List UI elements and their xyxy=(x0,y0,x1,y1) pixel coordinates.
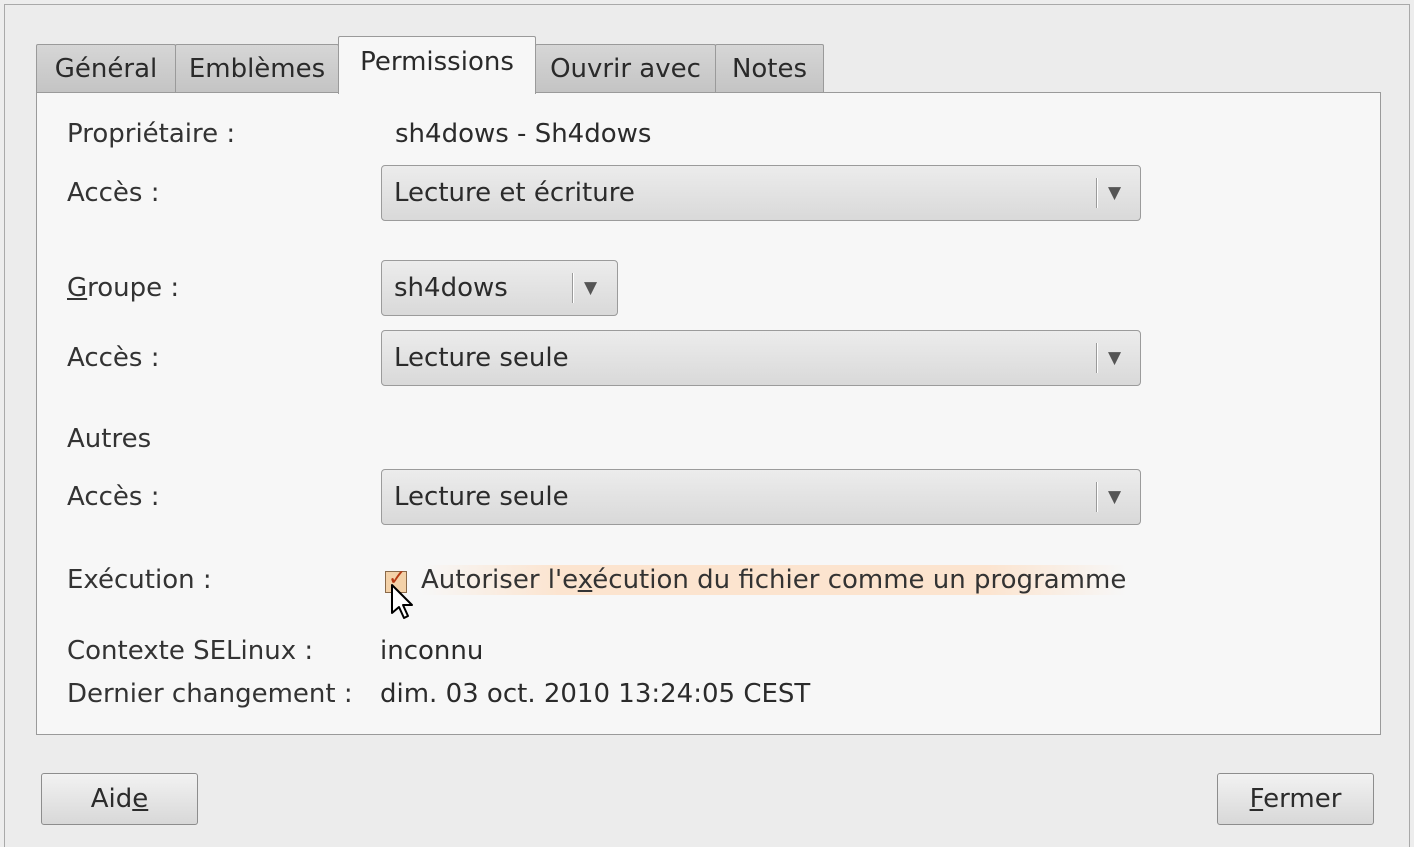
execute-checkbox-label[interactable]: Autoriser l'exécution du fichier comme u… xyxy=(421,565,1127,595)
triangle-down-icon: ▼ xyxy=(1108,348,1122,368)
owner-label: Propriétaire : xyxy=(67,119,236,149)
combo-separator xyxy=(1096,178,1098,208)
close-button[interactable]: Fermer xyxy=(1217,773,1374,825)
help-label-mnemonic: e xyxy=(132,784,149,814)
group-access-value: Lecture seule xyxy=(394,343,569,373)
tab-general-label: Général xyxy=(54,54,158,84)
group-value: sh4dows xyxy=(394,273,508,303)
owner-value: sh4dows - Sh4dows xyxy=(395,119,652,149)
tab-general[interactable]: Général xyxy=(36,44,176,92)
tab-permissions[interactable]: Permissions xyxy=(338,36,536,94)
tab-emblems[interactable]: Emblèmes xyxy=(175,44,339,92)
group-label-rest: roupe : xyxy=(87,273,180,303)
mouse-pointer-icon xyxy=(391,584,413,619)
others-label: Autres xyxy=(67,424,152,454)
group-label: Groupe : xyxy=(67,273,179,303)
combo-separator xyxy=(1096,343,1098,373)
execution-label: Exécution : xyxy=(67,565,212,595)
group-combo[interactable]: sh4dows ▼ xyxy=(381,260,618,316)
tab-open-with-label: Ouvrir avec xyxy=(550,54,701,84)
last-change-value: dim. 03 oct. 2010 13:24:05 CEST xyxy=(380,679,811,709)
group-label-mnemonic: G xyxy=(67,273,88,303)
execute-label-part2: écution du fichier comme un programme xyxy=(592,565,1127,595)
tab-emblems-label: Emblèmes xyxy=(188,54,326,84)
selinux-value: inconnu xyxy=(380,636,484,666)
permissions-panel: Propriétaire : sh4dows - Sh4dows Accès :… xyxy=(36,92,1381,735)
combo-separator xyxy=(572,273,574,303)
owner-access-label: Accès : xyxy=(67,178,160,208)
triangle-down-icon: ▼ xyxy=(584,278,598,298)
triangle-down-icon: ▼ xyxy=(1108,183,1122,203)
others-access-combo[interactable]: Lecture seule ▼ xyxy=(381,469,1141,525)
group-access-label: Accès : xyxy=(67,343,160,373)
owner-access-combo[interactable]: Lecture et écriture ▼ xyxy=(381,165,1141,221)
selinux-label: Contexte SELinux : xyxy=(67,636,314,666)
help-button[interactable]: Aide xyxy=(41,773,198,825)
last-change-label: Dernier changement : xyxy=(67,679,353,709)
help-label-part1: Aid xyxy=(90,784,133,814)
owner-access-value: Lecture et écriture xyxy=(394,178,635,208)
execute-label-part1: Autoriser l'e xyxy=(421,565,578,595)
combo-separator xyxy=(1096,482,1098,512)
execute-label-mnemonic: x xyxy=(577,565,593,595)
others-access-value: Lecture seule xyxy=(394,482,569,512)
close-label-rest: ermer xyxy=(1263,784,1342,814)
close-label-mnemonic: F xyxy=(1249,784,1264,814)
tab-notes-label: Notes xyxy=(731,54,808,84)
group-access-combo[interactable]: Lecture seule ▼ xyxy=(381,330,1141,386)
tab-open-with[interactable]: Ouvrir avec xyxy=(535,44,716,92)
tab-permissions-label: Permissions xyxy=(360,47,514,77)
tab-notes[interactable]: Notes xyxy=(715,44,824,92)
others-access-label: Accès : xyxy=(67,482,160,512)
triangle-down-icon: ▼ xyxy=(1108,487,1122,507)
